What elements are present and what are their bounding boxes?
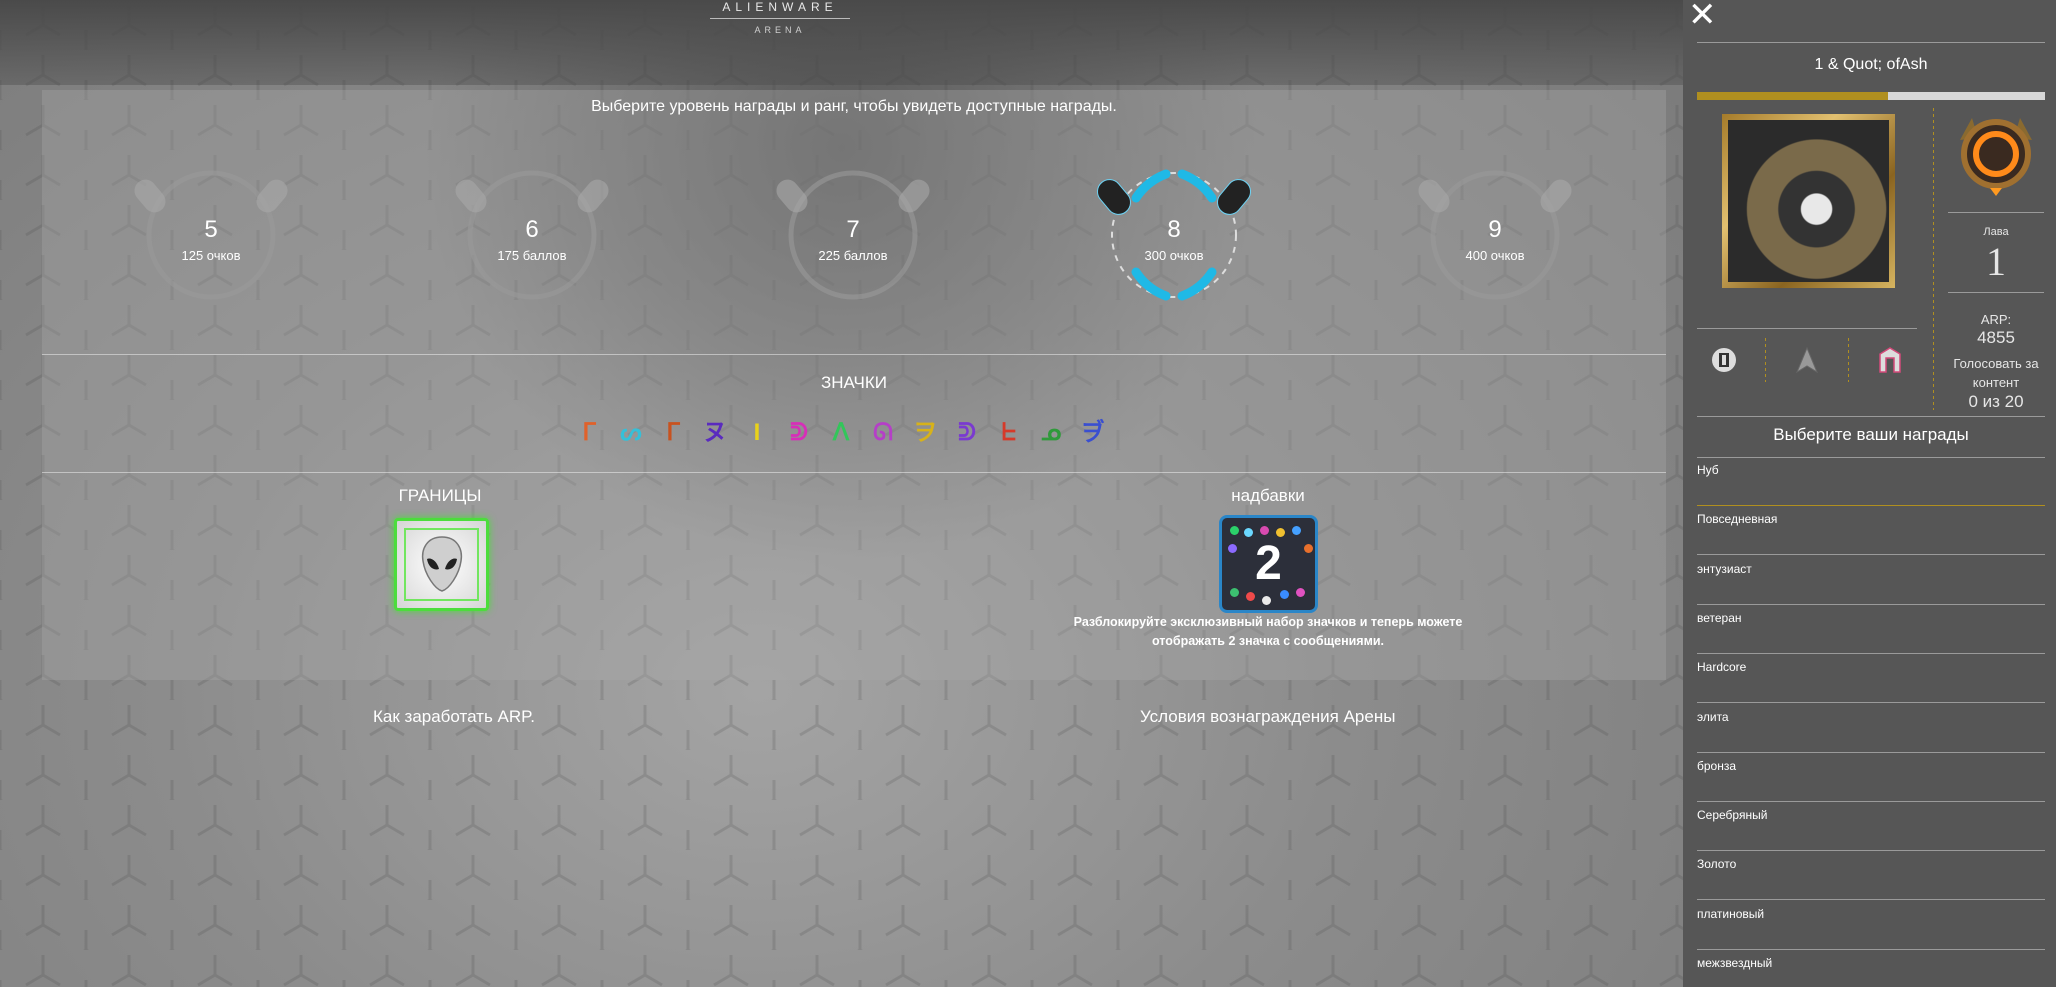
perk-description: Разблокируйте эксклюзивный набор значков… bbox=[1073, 615, 1463, 648]
level-number: 8 bbox=[1167, 216, 1181, 243]
arp-value: 4855 bbox=[1977, 328, 2015, 347]
sidebar-divider bbox=[1697, 416, 2045, 417]
level-6[interactable]: 6 175 баллов bbox=[455, 170, 609, 300]
tier-item[interactable]: Серебряный bbox=[1697, 808, 1767, 822]
rank-label: Лава bbox=[1983, 226, 2009, 238]
level-points: 400 очков bbox=[1465, 248, 1525, 263]
level-number: 5 bbox=[204, 216, 218, 243]
perk-number: 2 bbox=[1255, 537, 1282, 590]
level-5[interactable]: 5 125 очков bbox=[134, 170, 288, 300]
username: 1 & Quot; ofAsh bbox=[1814, 56, 1928, 73]
earn-arp-link[interactable]: Как заработать ARP. bbox=[373, 707, 535, 727]
sidebar-divider bbox=[1697, 328, 1917, 329]
tier-item[interactable]: Повседневная bbox=[1697, 512, 1777, 526]
tier-item[interactable]: платиновый bbox=[1697, 907, 1764, 921]
tier-divider bbox=[1697, 751, 2045, 753]
tier-divider bbox=[1697, 899, 2045, 901]
sidebar-divider bbox=[1948, 212, 2044, 213]
tier-item[interactable]: бронза bbox=[1697, 759, 1736, 773]
badge-icon[interactable]: ᓄ bbox=[1036, 418, 1066, 448]
level-7[interactable]: 7 225 баллов bbox=[776, 170, 930, 300]
rank-emblem-icon bbox=[1960, 118, 2032, 196]
vote-label: Голосовать за контент bbox=[1953, 356, 2039, 390]
badge-icon[interactable]: ᒥ bbox=[658, 418, 688, 448]
badges-list: ᒥᔕᒥヌIᕲᐱᘏヲᕲᖶᓄヺ bbox=[574, 418, 1108, 448]
badges-title: ЗНАЧКИ bbox=[820, 373, 887, 392]
sidebar-divider bbox=[1697, 457, 2045, 458]
level-points: 175 баллов bbox=[497, 248, 567, 263]
tier-divider bbox=[1697, 505, 2045, 506]
alien-head-icon bbox=[421, 536, 463, 592]
level-points: 300 очков bbox=[1144, 248, 1204, 263]
badge-icon[interactable]: ヌ bbox=[700, 418, 730, 448]
tier-item[interactable]: элита bbox=[1697, 710, 1729, 724]
level-selector: 5 125 очков 6 175 баллов 7 225 баллов 8 … bbox=[42, 150, 1666, 330]
progress-fill bbox=[1697, 92, 1889, 100]
sidebar-divider bbox=[1948, 292, 2044, 293]
badge-icon[interactable]: ᖶ bbox=[994, 418, 1024, 448]
tier-divider bbox=[1697, 554, 2045, 556]
level-9[interactable]: 9 400 очков bbox=[1418, 170, 1572, 300]
alienware-arena-logo[interactable]: ALIENWARE ARENA bbox=[700, 0, 860, 35]
level-points: 225 баллов bbox=[818, 248, 888, 263]
sidebar-vertical-divider bbox=[1933, 108, 1934, 410]
level-8-active[interactable]: 8 300 очков bbox=[1097, 169, 1251, 301]
borders-title: ГРАНИЦЫ bbox=[398, 486, 482, 505]
tier-item[interactable]: Нуб bbox=[1697, 463, 1719, 477]
border-reward-item[interactable] bbox=[394, 518, 489, 611]
tier-item[interactable]: энтузиаст bbox=[1697, 562, 1752, 576]
badge-icon[interactable]: ᔕ bbox=[616, 418, 646, 448]
level-number: 6 bbox=[525, 216, 539, 243]
badge-icon[interactable]: I bbox=[742, 418, 772, 448]
tier-item[interactable]: Hardcore bbox=[1697, 660, 1746, 674]
divider bbox=[42, 472, 1666, 473]
divider bbox=[42, 354, 1666, 355]
sidebar-divider bbox=[1697, 42, 2045, 43]
tier-divider bbox=[1697, 652, 2045, 654]
tier-divider bbox=[1697, 603, 2045, 605]
level-number: 9 bbox=[1488, 216, 1502, 243]
logo-text: ALIENWARE bbox=[722, 0, 838, 14]
arp-label: ARP: bbox=[1980, 312, 2012, 327]
tier-item[interactable]: межзвездный bbox=[1697, 956, 1772, 970]
tier-item[interactable]: ветеран bbox=[1697, 611, 1742, 625]
badge-slot-icon[interactable] bbox=[1876, 346, 1904, 374]
level-progress-bar bbox=[1697, 92, 2045, 100]
logo-divider bbox=[710, 18, 850, 19]
perk-reward-item[interactable]: 2 bbox=[1219, 515, 1318, 613]
badge-icon[interactable]: ᐱ bbox=[826, 418, 856, 448]
badge-icon[interactable]: ヲ bbox=[910, 418, 940, 448]
tier-divider bbox=[1697, 702, 2045, 704]
logo-subtext: ARENA bbox=[754, 25, 806, 35]
badge-icon[interactable]: ᒥ bbox=[574, 418, 604, 448]
close-icon[interactable]: ✕ bbox=[1688, 0, 1718, 32]
tier-item[interactable]: Золото bbox=[1697, 857, 1736, 871]
tier-divider bbox=[1697, 850, 2045, 852]
tier-divider bbox=[1697, 948, 2045, 950]
badge-slot-icon[interactable] bbox=[1793, 346, 1821, 374]
badge-slot-icon[interactable] bbox=[1710, 346, 1738, 374]
rank-value: 1 bbox=[1986, 239, 2006, 284]
vote-value: 0 из 20 bbox=[1968, 392, 2024, 411]
choose-rewards-title: Выберите ваши награды bbox=[1773, 425, 1969, 444]
level-points: 125 очков bbox=[181, 248, 241, 263]
badge-icon[interactable]: ᕲ bbox=[952, 418, 982, 448]
badge-icon[interactable]: ᘏ bbox=[868, 418, 898, 448]
badge-icon[interactable]: ᕲ bbox=[784, 418, 814, 448]
perks-title: надбавки bbox=[1231, 486, 1305, 505]
avatar[interactable] bbox=[1722, 114, 1895, 288]
sidebar-vertical-divider bbox=[1765, 338, 1766, 382]
tier-divider bbox=[1697, 800, 2045, 802]
page-instruction: Выберите уровень награды и ранг, чтобы у… bbox=[591, 98, 1117, 115]
level-number: 7 bbox=[846, 216, 860, 243]
sidebar-vertical-divider bbox=[1848, 338, 1849, 382]
arena-terms-link[interactable]: Условия вознаграждения Арены bbox=[1140, 707, 1395, 727]
avatar-image bbox=[1728, 120, 1889, 282]
badge-icon[interactable]: ヺ bbox=[1078, 418, 1108, 448]
